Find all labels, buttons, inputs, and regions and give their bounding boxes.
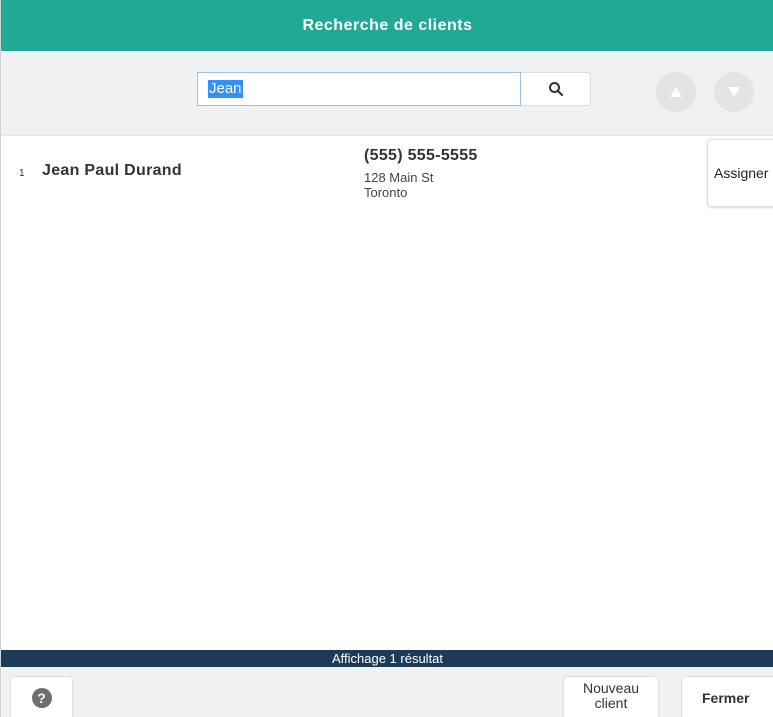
result-index: 1 — [19, 168, 25, 179]
search-input-selected-text: Jean — [208, 80, 243, 98]
customer-phone: (555) 555-5555 — [364, 147, 478, 164]
assign-button[interactable]: Assigner — [707, 139, 773, 207]
address-street: 128 Main St — [364, 170, 434, 185]
address-city: Toronto — [364, 185, 408, 200]
scroll-down-button[interactable] — [714, 72, 754, 112]
triangle-up-icon — [670, 87, 682, 97]
search-icon — [548, 82, 563, 97]
customer-name: Jean Paul Durand — [42, 162, 182, 179]
search-input[interactable] — [197, 72, 521, 106]
new-client-label-line2: client — [594, 695, 628, 711]
status-bar: Affichage 1 résultat — [1, 650, 773, 667]
title-bar: Recherche de clients — [1, 0, 773, 51]
close-button[interactable]: Fermer — [681, 676, 773, 717]
footer-bar: ? Nouveau client Fermer — [1, 667, 773, 717]
new-client-label-line1: Nouveau — [582, 680, 640, 696]
new-client-button[interactable]: Nouveau client — [563, 676, 659, 717]
result-count-text: Affichage 1 résultat — [331, 651, 444, 666]
list-item[interactable]: 1 Jean Paul Durand (555) 555-5555 128 Ma… — [1, 136, 773, 208]
help-button[interactable]: ? — [10, 676, 73, 717]
search-bar: Jean — [1, 51, 773, 136]
search-button[interactable] — [521, 72, 591, 106]
help-glyph: ? — [37, 690, 46, 706]
question-circle-icon: ? — [31, 688, 52, 708]
results-list: 1 Jean Paul Durand (555) 555-5555 128 Ma… — [1, 136, 773, 650]
scroll-up-button[interactable] — [656, 72, 696, 112]
triangle-down-icon — [728, 87, 740, 97]
customer-search-window: Recherche de clients Jean 1 Jean Paul Du… — [0, 0, 773, 717]
window-title: Recherche de clients — [302, 16, 473, 34]
customer-address: 128 Main St Toronto — [364, 170, 433, 200]
